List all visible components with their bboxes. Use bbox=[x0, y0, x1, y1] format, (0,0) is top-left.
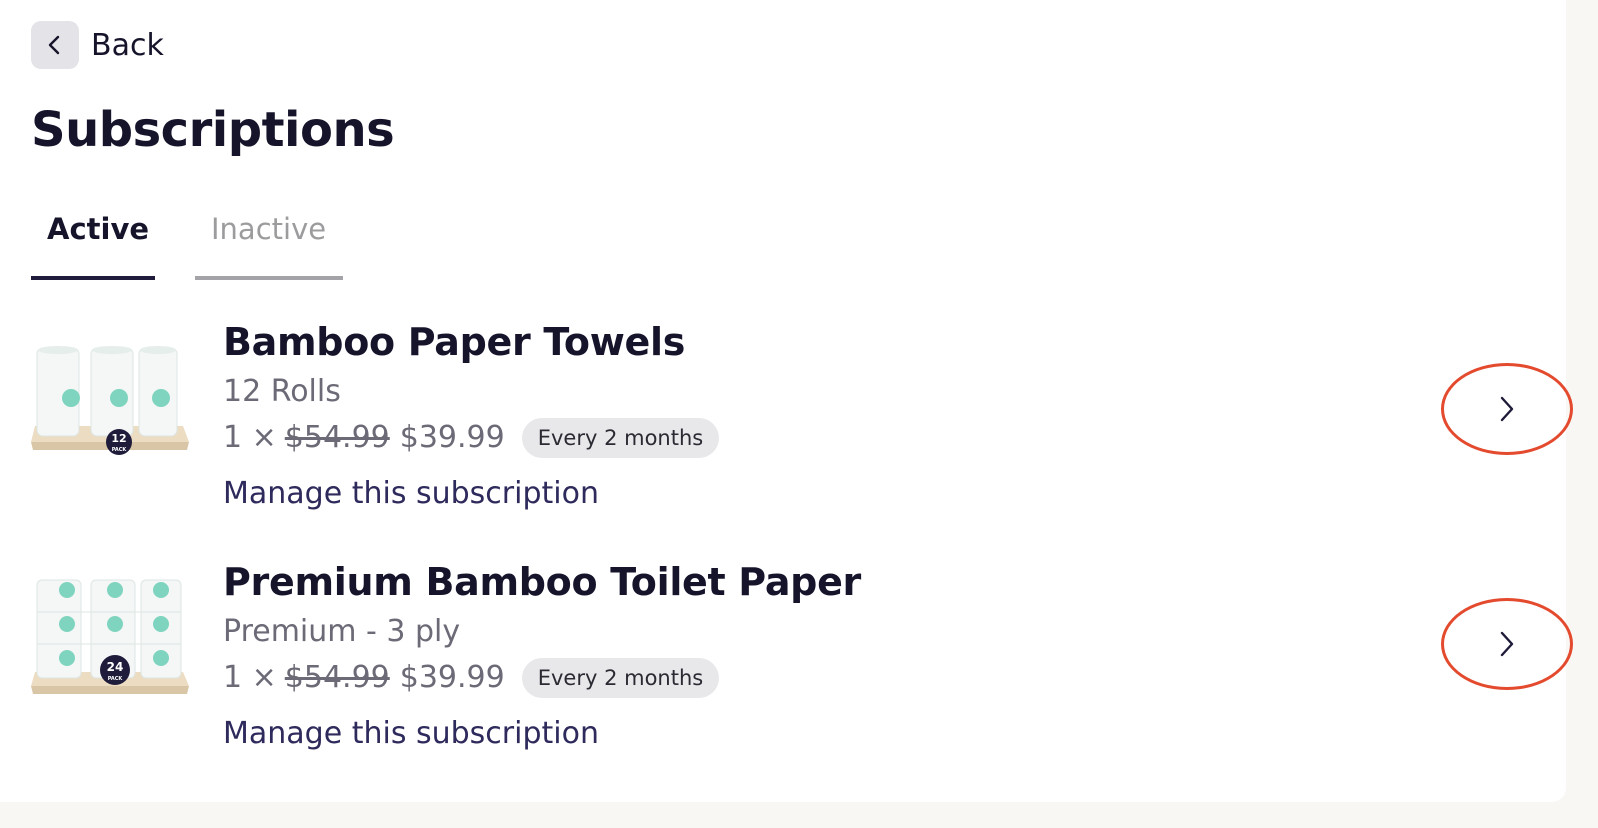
paper-towel-pack-image: 12 PACK bbox=[31, 346, 189, 455]
pack-badge-number: 24 bbox=[107, 660, 124, 674]
back-button[interactable] bbox=[31, 21, 79, 69]
product-name: Bamboo Paper Towels bbox=[223, 320, 686, 364]
subscription-item: 24 PACK Premium Bamboo Toilet Paper Prem… bbox=[31, 558, 1573, 778]
chevron-right-icon bbox=[1500, 631, 1514, 657]
subscription-tabs: Active Inactive bbox=[31, 208, 343, 280]
product-name: Premium Bamboo Toilet Paper bbox=[223, 560, 861, 604]
product-variant: Premium - 3 ply bbox=[223, 614, 461, 649]
subscription-info: Premium Bamboo Toilet Paper Premium - 3 … bbox=[223, 558, 861, 754]
back-link[interactable]: Back bbox=[31, 21, 164, 69]
main-panel: Back Subscriptions Active Inactive 12 PA… bbox=[0, 0, 1573, 802]
original-price: $54.99 bbox=[284, 420, 390, 455]
frequency-badge: Every 2 months bbox=[521, 418, 720, 458]
pack-badge-word: PACK bbox=[108, 676, 124, 682]
product-variant: 12 Rolls bbox=[223, 374, 341, 409]
frequency-badge: Every 2 months bbox=[521, 658, 720, 698]
current-price: $39.99 bbox=[399, 660, 505, 695]
original-price: $54.99 bbox=[284, 660, 390, 695]
pack-badge-number: 12 bbox=[111, 432, 126, 445]
manage-subscription-link[interactable]: Manage this subscription bbox=[223, 474, 719, 514]
toilet-paper-pack-image: 24 PACK bbox=[31, 579, 189, 694]
price-row: 1 × $54.99 $39.99 Every 2 months bbox=[223, 658, 861, 698]
open-subscription-button[interactable] bbox=[1441, 363, 1573, 455]
pack-badge-word: PACK bbox=[112, 447, 128, 453]
subscription-info: Bamboo Paper Towels 12 Rolls 1 × $54.99 … bbox=[223, 318, 720, 514]
back-label[interactable]: Back bbox=[91, 28, 164, 63]
current-price: $39.99 bbox=[399, 420, 505, 455]
quantity: 1 × bbox=[223, 420, 277, 455]
tab-inactive-label: Inactive bbox=[211, 212, 327, 246]
chevron-left-icon bbox=[48, 35, 60, 55]
open-subscription-button[interactable] bbox=[1441, 598, 1573, 690]
tab-active[interactable]: Active bbox=[31, 208, 155, 280]
tab-inactive[interactable]: Inactive bbox=[195, 208, 343, 280]
quantity: 1 × bbox=[223, 660, 277, 695]
subscription-item: 12 PACK Bamboo Paper Towels 12 Rolls 1 ×… bbox=[31, 318, 1573, 538]
page-title: Subscriptions bbox=[31, 102, 395, 158]
manage-subscription-link[interactable]: Manage this subscription bbox=[223, 714, 861, 754]
tab-active-label: Active bbox=[47, 212, 150, 246]
price-row: 1 × $54.99 $39.99 Every 2 months bbox=[223, 418, 720, 458]
chevron-right-icon bbox=[1500, 396, 1514, 422]
